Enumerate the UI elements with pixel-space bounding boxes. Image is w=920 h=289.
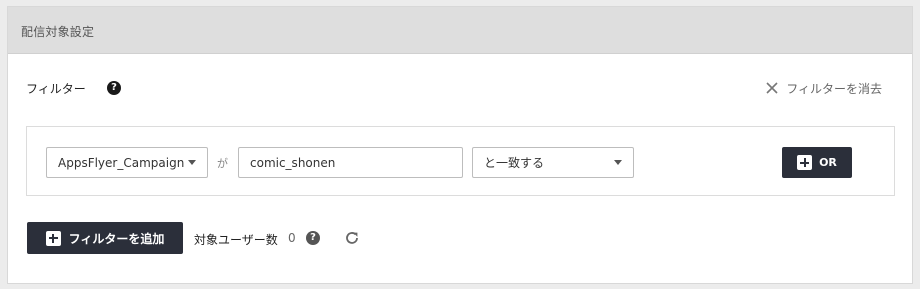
refresh-icon[interactable]	[344, 230, 360, 246]
close-icon	[766, 82, 778, 94]
add-or-condition-button[interactable]: OR	[782, 147, 852, 178]
attribute-select[interactable]: AppsFlyer_Campaign	[46, 147, 208, 178]
attribute-select-value: AppsFlyer_Campaign	[58, 155, 185, 170]
user-count-help-icon[interactable]: ?	[306, 231, 320, 245]
plus-icon	[45, 230, 61, 246]
plus-icon	[797, 155, 813, 170]
chevron-down-icon	[614, 160, 622, 165]
or-button-label: OR	[819, 156, 837, 169]
clear-filter-button[interactable]: フィルターを消去	[766, 79, 882, 97]
filter-label: フィルター	[26, 82, 86, 96]
add-filter-button[interactable]: フィルターを追加	[27, 222, 183, 254]
delivery-target-panel: 配信対象設定 フィルター ? フィルターを消去 AppsFlyer_Campai…	[7, 6, 913, 284]
panel-title: 配信対象設定	[21, 25, 95, 39]
chevron-down-icon	[188, 160, 196, 165]
add-filter-label: フィルターを追加	[68, 231, 165, 246]
panel-header: 配信対象設定	[8, 7, 912, 54]
operator-select-value: と一致する	[484, 156, 545, 170]
condition-value-input[interactable]	[238, 147, 463, 178]
user-count-label: 対象ユーザー数	[194, 233, 278, 247]
filter-condition-row: AppsFlyer_Campaign が と一致する OR	[26, 126, 895, 196]
clear-filter-label: フィルターを消去	[786, 81, 882, 96]
filter-help-icon[interactable]: ?	[107, 81, 121, 95]
operator-select[interactable]: と一致する	[472, 147, 634, 178]
connector-label: が	[217, 157, 228, 170]
user-count-value: 0	[288, 231, 296, 245]
